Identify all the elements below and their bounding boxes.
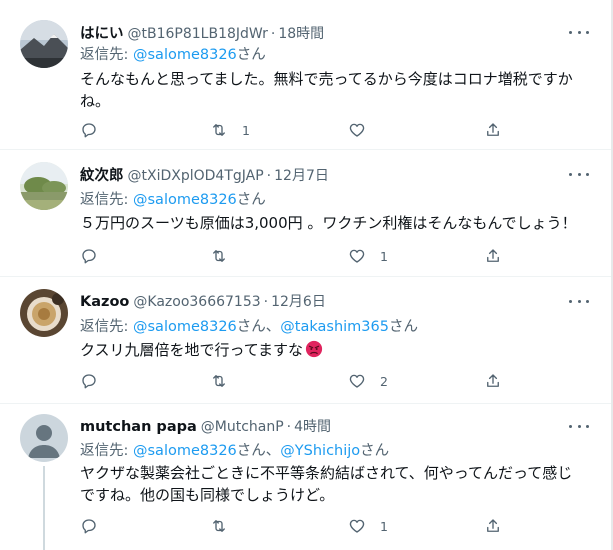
retweet-button[interactable]	[210, 246, 242, 266]
mention-link[interactable]: @salome8326	[133, 443, 237, 459]
separator-dot: ·	[286, 419, 292, 435]
replying-to-label: 返信先:	[80, 319, 133, 335]
reply-button[interactable]	[80, 516, 112, 536]
tweet-text: ５万円のスーツも原価は3,000円 。ワクチン利権はそんなもんでしょう！	[80, 214, 577, 232]
share-icon	[487, 123, 499, 136]
reply-button[interactable]	[80, 371, 112, 391]
heart-icon	[349, 249, 365, 263]
replying-to-label: 返信先:	[80, 443, 133, 459]
user-avatar[interactable]	[20, 162, 68, 210]
user-avatar[interactable]	[20, 414, 68, 462]
tweet-text: クスリ九層倍を地で行ってますな	[80, 339, 581, 361]
display-name[interactable]: はにい	[80, 22, 124, 43]
replying-to: 返信先: @salome8326さん	[80, 188, 266, 209]
like-button[interactable]: 1	[348, 246, 388, 266]
reply-icon	[82, 123, 96, 138]
retweet-icon	[213, 375, 225, 387]
display-name[interactable]: Kazoo	[80, 294, 129, 310]
tweet-text: そんなもんと思ってました。無料で売ってるから今度はコロナ増税ですかね。	[80, 70, 573, 110]
like-button[interactable]: 1	[348, 516, 388, 536]
default-avatar-image	[20, 414, 68, 462]
mention-link[interactable]: @takashim365	[280, 319, 389, 335]
retweet-icon	[213, 124, 225, 136]
tweet-text-content: クスリ九層倍を地で行ってますな	[80, 341, 304, 359]
tweet-text: ヤクザな製薬会社ごときに不平等条約結ばされて、何やってんだって感じですね。他の国…	[80, 464, 573, 504]
reply-button[interactable]	[80, 246, 112, 266]
tweet-actions: 2	[80, 371, 520, 391]
retweet-button[interactable]	[210, 516, 242, 536]
heart-icon	[349, 123, 365, 137]
reply-icon	[82, 519, 96, 534]
share-icon	[487, 374, 499, 387]
share-icon	[487, 249, 499, 262]
thread-connector-line	[43, 466, 45, 550]
like-button[interactable]	[348, 120, 380, 140]
tweet-reply[interactable]: mutchan papa @MutchanP · 4時間 返信先: @salom…	[0, 404, 611, 550]
honorific-suffix: さん	[236, 47, 266, 63]
retweet-button[interactable]: 1	[210, 120, 250, 140]
share-button[interactable]	[484, 246, 502, 266]
honorific-joiner: さん、	[236, 319, 281, 335]
share-icon	[487, 519, 499, 532]
display-name[interactable]: 紋次郎	[80, 164, 124, 185]
share-button[interactable]	[484, 516, 502, 536]
tweet-actions: 1	[80, 246, 520, 266]
tweet-reply[interactable]: Kazoo @Kazoo36667153 · 12月6日 返信先: @salom…	[0, 277, 611, 404]
food-avatar-image	[20, 289, 68, 337]
separator-dot: ·	[266, 168, 272, 184]
honorific-joiner: さん、	[236, 443, 281, 459]
share-button[interactable]	[484, 120, 502, 140]
honorific-suffix: さん	[360, 443, 390, 459]
tweet-timestamp[interactable]: 12月7日	[274, 165, 329, 185]
tweet-reply[interactable]: はにい @tB16P81LB18JdWr · 18時間 返信先: @salome…	[0, 0, 611, 150]
more-options-icon[interactable]	[569, 420, 589, 432]
separator-dot: ·	[263, 294, 269, 310]
more-options-icon[interactable]	[569, 295, 589, 307]
reply-icon	[82, 249, 96, 264]
mention-link[interactable]: @salome8326	[133, 319, 237, 335]
user-handle[interactable]: @tB16P81LB18JdWr	[128, 26, 268, 42]
angry-face-emoji-icon	[305, 340, 323, 358]
like-button[interactable]: 2	[348, 371, 388, 391]
tweet-reply[interactable]: 紋次郎 @tXiDXplOD4TgJAP · 12月7日 返信先: @salom…	[0, 150, 611, 277]
heart-icon	[349, 374, 365, 388]
tweet-actions: 1	[80, 516, 520, 536]
retweet-icon	[213, 520, 225, 532]
like-count: 1	[380, 248, 388, 264]
user-handle[interactable]: @MutchanP	[201, 419, 284, 435]
mention-link[interactable]: @salome8326	[133, 192, 237, 208]
retweet-button[interactable]	[210, 371, 242, 391]
mention-link[interactable]: @salome8326	[133, 47, 237, 63]
tweet-timestamp[interactable]: 4時間	[294, 416, 331, 436]
user-handle[interactable]: @Kazoo36667153	[133, 294, 260, 310]
like-count: 2	[380, 373, 388, 389]
tweet-timestamp[interactable]: 12月6日	[271, 291, 326, 311]
user-handle[interactable]: @tXiDXplOD4TgJAP	[128, 168, 264, 184]
mention-link[interactable]: @YShichijo	[280, 443, 360, 459]
share-button[interactable]	[484, 371, 502, 391]
more-options-icon[interactable]	[569, 26, 589, 38]
retweet-icon	[213, 250, 225, 262]
separator-dot: ·	[270, 26, 276, 42]
like-count: 1	[380, 518, 388, 534]
reply-button[interactable]	[80, 120, 112, 140]
tweet-timestamp[interactable]: 18時間	[278, 23, 324, 43]
user-avatar[interactable]	[20, 20, 68, 68]
more-options-icon[interactable]	[569, 168, 589, 180]
replying-to: 返信先: @salome8326さん	[80, 43, 266, 64]
retweet-count: 1	[242, 122, 250, 138]
honorific-suffix: さん	[388, 319, 418, 335]
landscape-avatar-image	[20, 20, 68, 68]
tree-landscape-avatar-image	[20, 162, 68, 210]
tweet-actions: 1	[80, 120, 520, 140]
replying-to: 返信先: @salome8326さん、@YShichijoさん	[80, 439, 389, 460]
user-avatar[interactable]	[20, 289, 68, 337]
heart-icon	[349, 519, 365, 533]
replying-to-label: 返信先:	[80, 192, 133, 208]
honorific-suffix: さん	[236, 192, 266, 208]
reply-icon	[82, 374, 96, 389]
replying-to-label: 返信先:	[80, 47, 133, 63]
replying-to: 返信先: @salome8326さん、@takashim365さん	[80, 315, 418, 336]
display-name[interactable]: mutchan papa	[80, 419, 197, 435]
